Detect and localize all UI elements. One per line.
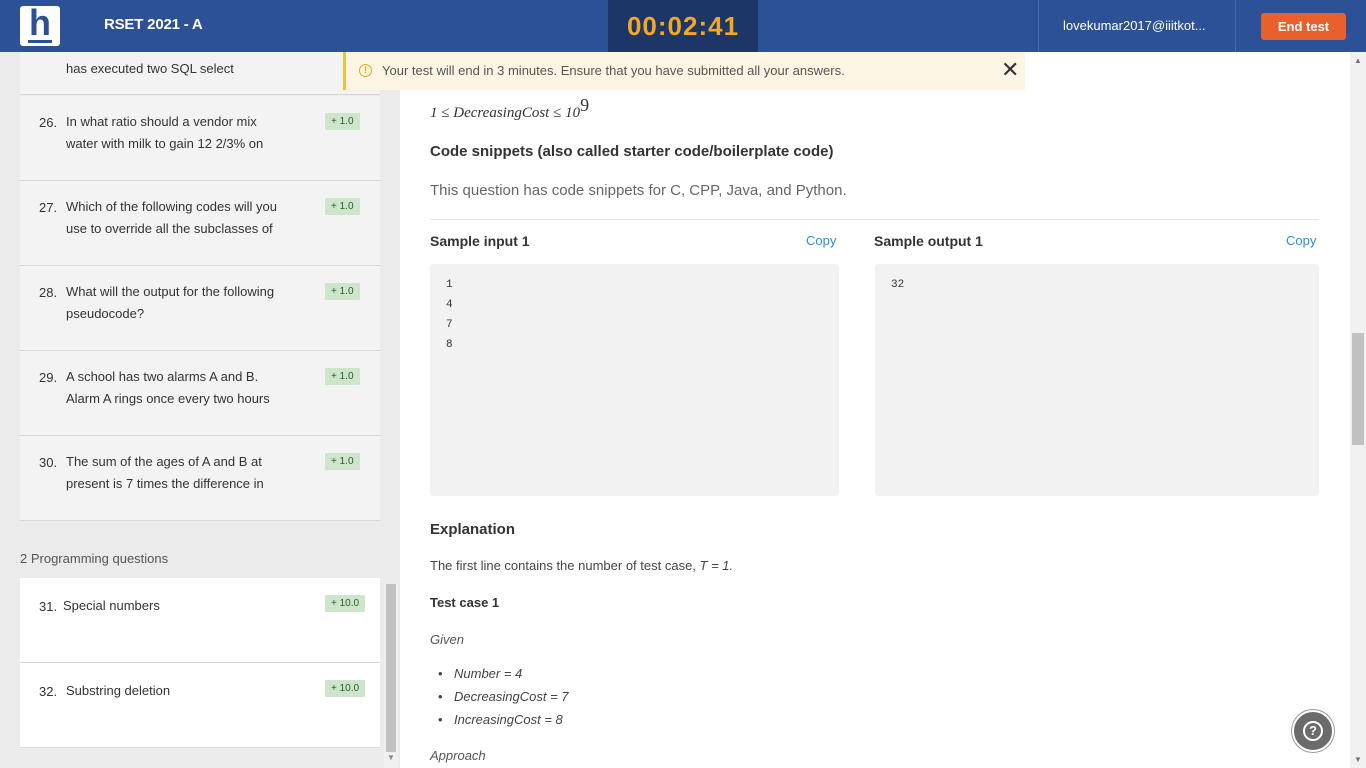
question-text: The sum of the ages of A and B at present… [66, 454, 264, 491]
question-sidebar: has executed two SQL select 26. In what … [0, 52, 400, 768]
test-title: RSET 2021 - A [104, 16, 203, 33]
score-badge: + 1.0 [325, 368, 360, 385]
hackerearth-logo: h [20, 2, 60, 46]
scroll-down-arrow-icon[interactable]: ▼ [386, 753, 396, 762]
banner-message: Your test will end in 3 minutes. Ensure … [382, 63, 845, 78]
sample-output-title: Sample output 1 [874, 233, 983, 249]
question-text: A school has two alarms A and B. Alarm A … [66, 369, 270, 406]
logo-letter: h [29, 2, 51, 43]
score-badge: + 1.0 [325, 283, 360, 300]
timer-box: 00:02:41 [608, 0, 758, 52]
question-text: has executed two SQL select [66, 61, 234, 76]
end-test-button[interactable]: End test [1261, 13, 1346, 40]
help-button[interactable]: ? [1292, 710, 1334, 752]
top-header: h RSET 2021 - A 00:02:41 lovekumar2017@i… [0, 0, 1366, 52]
score-badge: + 10.0 [325, 595, 366, 612]
question-item-27[interactable]: 27. Which of the following codes will yo… [20, 181, 380, 266]
given-item: DecreasingCost = 7 [438, 689, 568, 704]
section-label: 2 Programming questions [20, 551, 169, 566]
approach-label: Approach [430, 748, 486, 763]
problem-content: 1 ≤ DecreasingCost ≤ 109 Code snippets (… [400, 52, 1350, 768]
scroll-down-arrow-icon[interactable]: ▼ [1350, 755, 1366, 764]
question-item-29[interactable]: 29. A school has two alarms A and B. Alar… [20, 351, 380, 436]
given-item: Number = 4 [438, 666, 522, 681]
question-item-30[interactable]: 30. The sum of the ages of A and B at pre… [20, 436, 380, 521]
sample-input-box: 1 4 7 8 [430, 264, 839, 496]
scroll-up-arrow-icon[interactable]: ▲ [1350, 56, 1366, 65]
question-item-32[interactable]: 32. Substring deletion + 10.0 [20, 663, 380, 748]
question-text: Which of the following codes will you use… [66, 199, 277, 236]
sample-input-title: Sample input 1 [430, 233, 530, 249]
countdown-timer: 00:02:41 [626, 11, 740, 41]
divider [430, 219, 1319, 220]
constraint-formula: 1 ≤ DecreasingCost ≤ 109 [430, 95, 590, 121]
user-email[interactable]: lovekumar2017@iiitkot... [1063, 18, 1213, 33]
score-badge: + 1.0 [325, 113, 360, 130]
score-badge: + 10.0 [325, 680, 366, 697]
question-item-25[interactable]: has executed two SQL select [20, 52, 380, 95]
snippets-heading: Code snippets (also called starter code/… [430, 143, 834, 160]
explanation-text: The first line contains the number of te… [430, 558, 734, 573]
close-icon[interactable]: ✕ [1001, 58, 1019, 82]
question-title: Substring deletion [66, 683, 171, 698]
question-text: In what ratio should a vendor mix water w… [66, 114, 264, 151]
given-item: IncreasingCost = 8 [438, 712, 563, 727]
sidebar-scrollbar-thumb[interactable] [386, 584, 396, 752]
question-item-31[interactable]: 31. Special numbers + 10.0 [20, 578, 380, 663]
warning-icon: ! [359, 64, 372, 77]
question-item-26[interactable]: 26. In what ratio should a vendor mix wat… [20, 96, 380, 181]
copy-output-link[interactable]: Copy [1286, 233, 1316, 248]
time-warning-banner: ! Your test will end in 3 minutes. Ensur… [343, 52, 1025, 90]
sample-output-box: 32 [875, 264, 1319, 496]
given-label: Given [430, 632, 464, 647]
copy-input-link[interactable]: Copy [806, 233, 836, 248]
main-scrollbar-thumb[interactable] [1352, 333, 1364, 445]
snippets-text: This question has code snippets for C, C… [430, 182, 847, 199]
question-mark-icon: ? [1303, 721, 1323, 741]
explanation-heading: Explanation [430, 521, 516, 538]
user-menu[interactable]: lovekumar2017@iiitkot... [1038, 0, 1236, 52]
question-title: Special numbers [63, 598, 160, 613]
question-text: What will the output for the following ps… [66, 284, 275, 321]
question-item-28[interactable]: 28. What will the output for the followi… [20, 266, 380, 351]
score-badge: + 1.0 [325, 198, 360, 215]
test-case-heading: Test case 1 [430, 595, 500, 610]
score-badge: + 1.0 [325, 453, 360, 470]
